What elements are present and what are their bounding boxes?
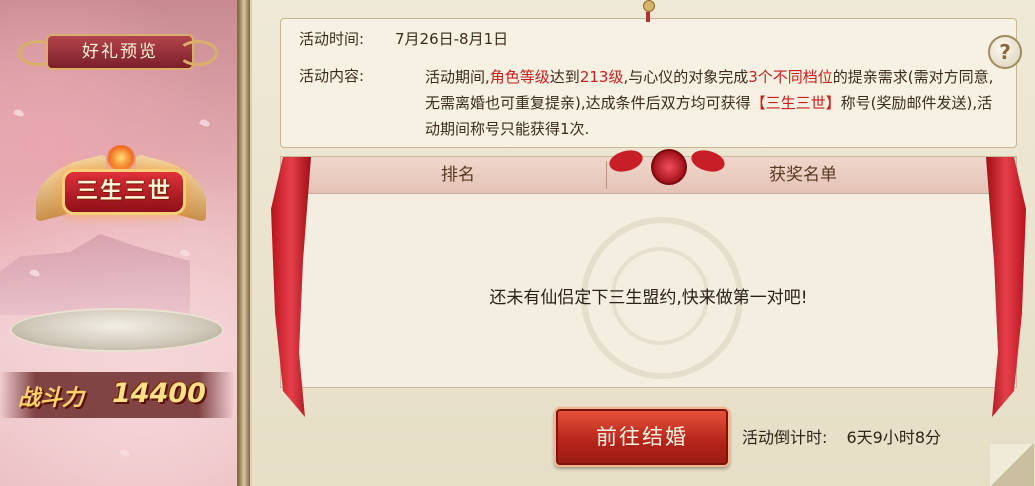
activity-panel: 活动时间: 7月26日-8月1日 活动内容: 活动期间,角色等级达到213级,与心… bbox=[252, 0, 1035, 486]
petal-decoration bbox=[119, 448, 131, 458]
pin-icon bbox=[643, 0, 655, 22]
winners-column-header: 获奖名单 bbox=[769, 165, 837, 185]
help-icon[interactable]: ? bbox=[988, 35, 1022, 69]
ranking-table: 排名 获奖名单 还未有仙侣定下三生盟约,快来做第一对吧! bbox=[271, 146, 1026, 417]
activity-countdown: 活动倒计时: 6天9小时8分 bbox=[742, 424, 941, 448]
activity-time-value: 7月26日-8月1日 bbox=[395, 30, 509, 48]
ribbon-bow-icon bbox=[606, 143, 728, 185]
desc-text: 达到 bbox=[549, 68, 580, 86]
gift-preview-banner: 好礼预览 bbox=[18, 34, 218, 70]
petal-decoration bbox=[13, 108, 25, 118]
combat-power-label: 战斗力 bbox=[18, 386, 85, 411]
gift-preview-title: 好礼预览 bbox=[46, 34, 194, 70]
column-divider bbox=[606, 161, 607, 189]
empty-ranking-message: 还未有仙侣定下三生盟约,快来做第一对吧! bbox=[489, 288, 808, 308]
desc-highlight: 【三生三世】 bbox=[750, 94, 841, 112]
go-marry-button[interactable]: 前往结婚 bbox=[554, 407, 730, 467]
countdown-value: 6天9小时8分 bbox=[846, 428, 942, 447]
gift-preview-panel: 好礼预览 三生三世 战斗力 14400 bbox=[0, 0, 240, 486]
activity-content-label: 活动内容: bbox=[299, 67, 365, 85]
desc-text: 活动期间, bbox=[425, 68, 490, 86]
desc-highlight: 角色等级 bbox=[489, 68, 550, 86]
rank-column-header: 排名 bbox=[441, 165, 475, 185]
desc-highlight: 3个不同档位 bbox=[748, 68, 833, 86]
combat-power-bar: 战斗力 14400 bbox=[0, 372, 234, 418]
scroll-curl-decoration bbox=[178, 40, 218, 66]
pavilion-illustration bbox=[0, 234, 190, 315]
activity-time-label: 活动时间: bbox=[299, 30, 365, 48]
page-curl-decoration bbox=[990, 444, 1034, 486]
petal-decoration bbox=[179, 248, 191, 258]
pedestal-top bbox=[10, 308, 224, 352]
activity-time-row: 活动时间: 7月26日-8月1日 bbox=[299, 27, 508, 52]
flame-icon bbox=[106, 145, 136, 171]
activity-content-label-row: 活动内容: bbox=[299, 64, 395, 89]
scroll-rod bbox=[238, 0, 250, 486]
title-emblem-text: 三生三世 bbox=[62, 169, 186, 215]
title-emblem[interactable]: 三生三世 bbox=[36, 145, 206, 235]
combat-power-value: 14400 bbox=[112, 378, 206, 409]
desc-highlight: 213级 bbox=[579, 68, 624, 86]
activity-description: 活动期间,角色等级达到213级,与心仪的对象完成3个不同档位的提亲需求(需对方同… bbox=[425, 64, 1005, 142]
activity-info-box: 活动时间: 7月26日-8月1日 活动内容: 活动期间,角色等级达到213级,与心… bbox=[280, 18, 1022, 148]
countdown-label: 活动倒计时: bbox=[742, 428, 828, 447]
desc-text: ,与心仪的对象完成 bbox=[623, 68, 749, 86]
petal-decoration bbox=[199, 118, 211, 128]
